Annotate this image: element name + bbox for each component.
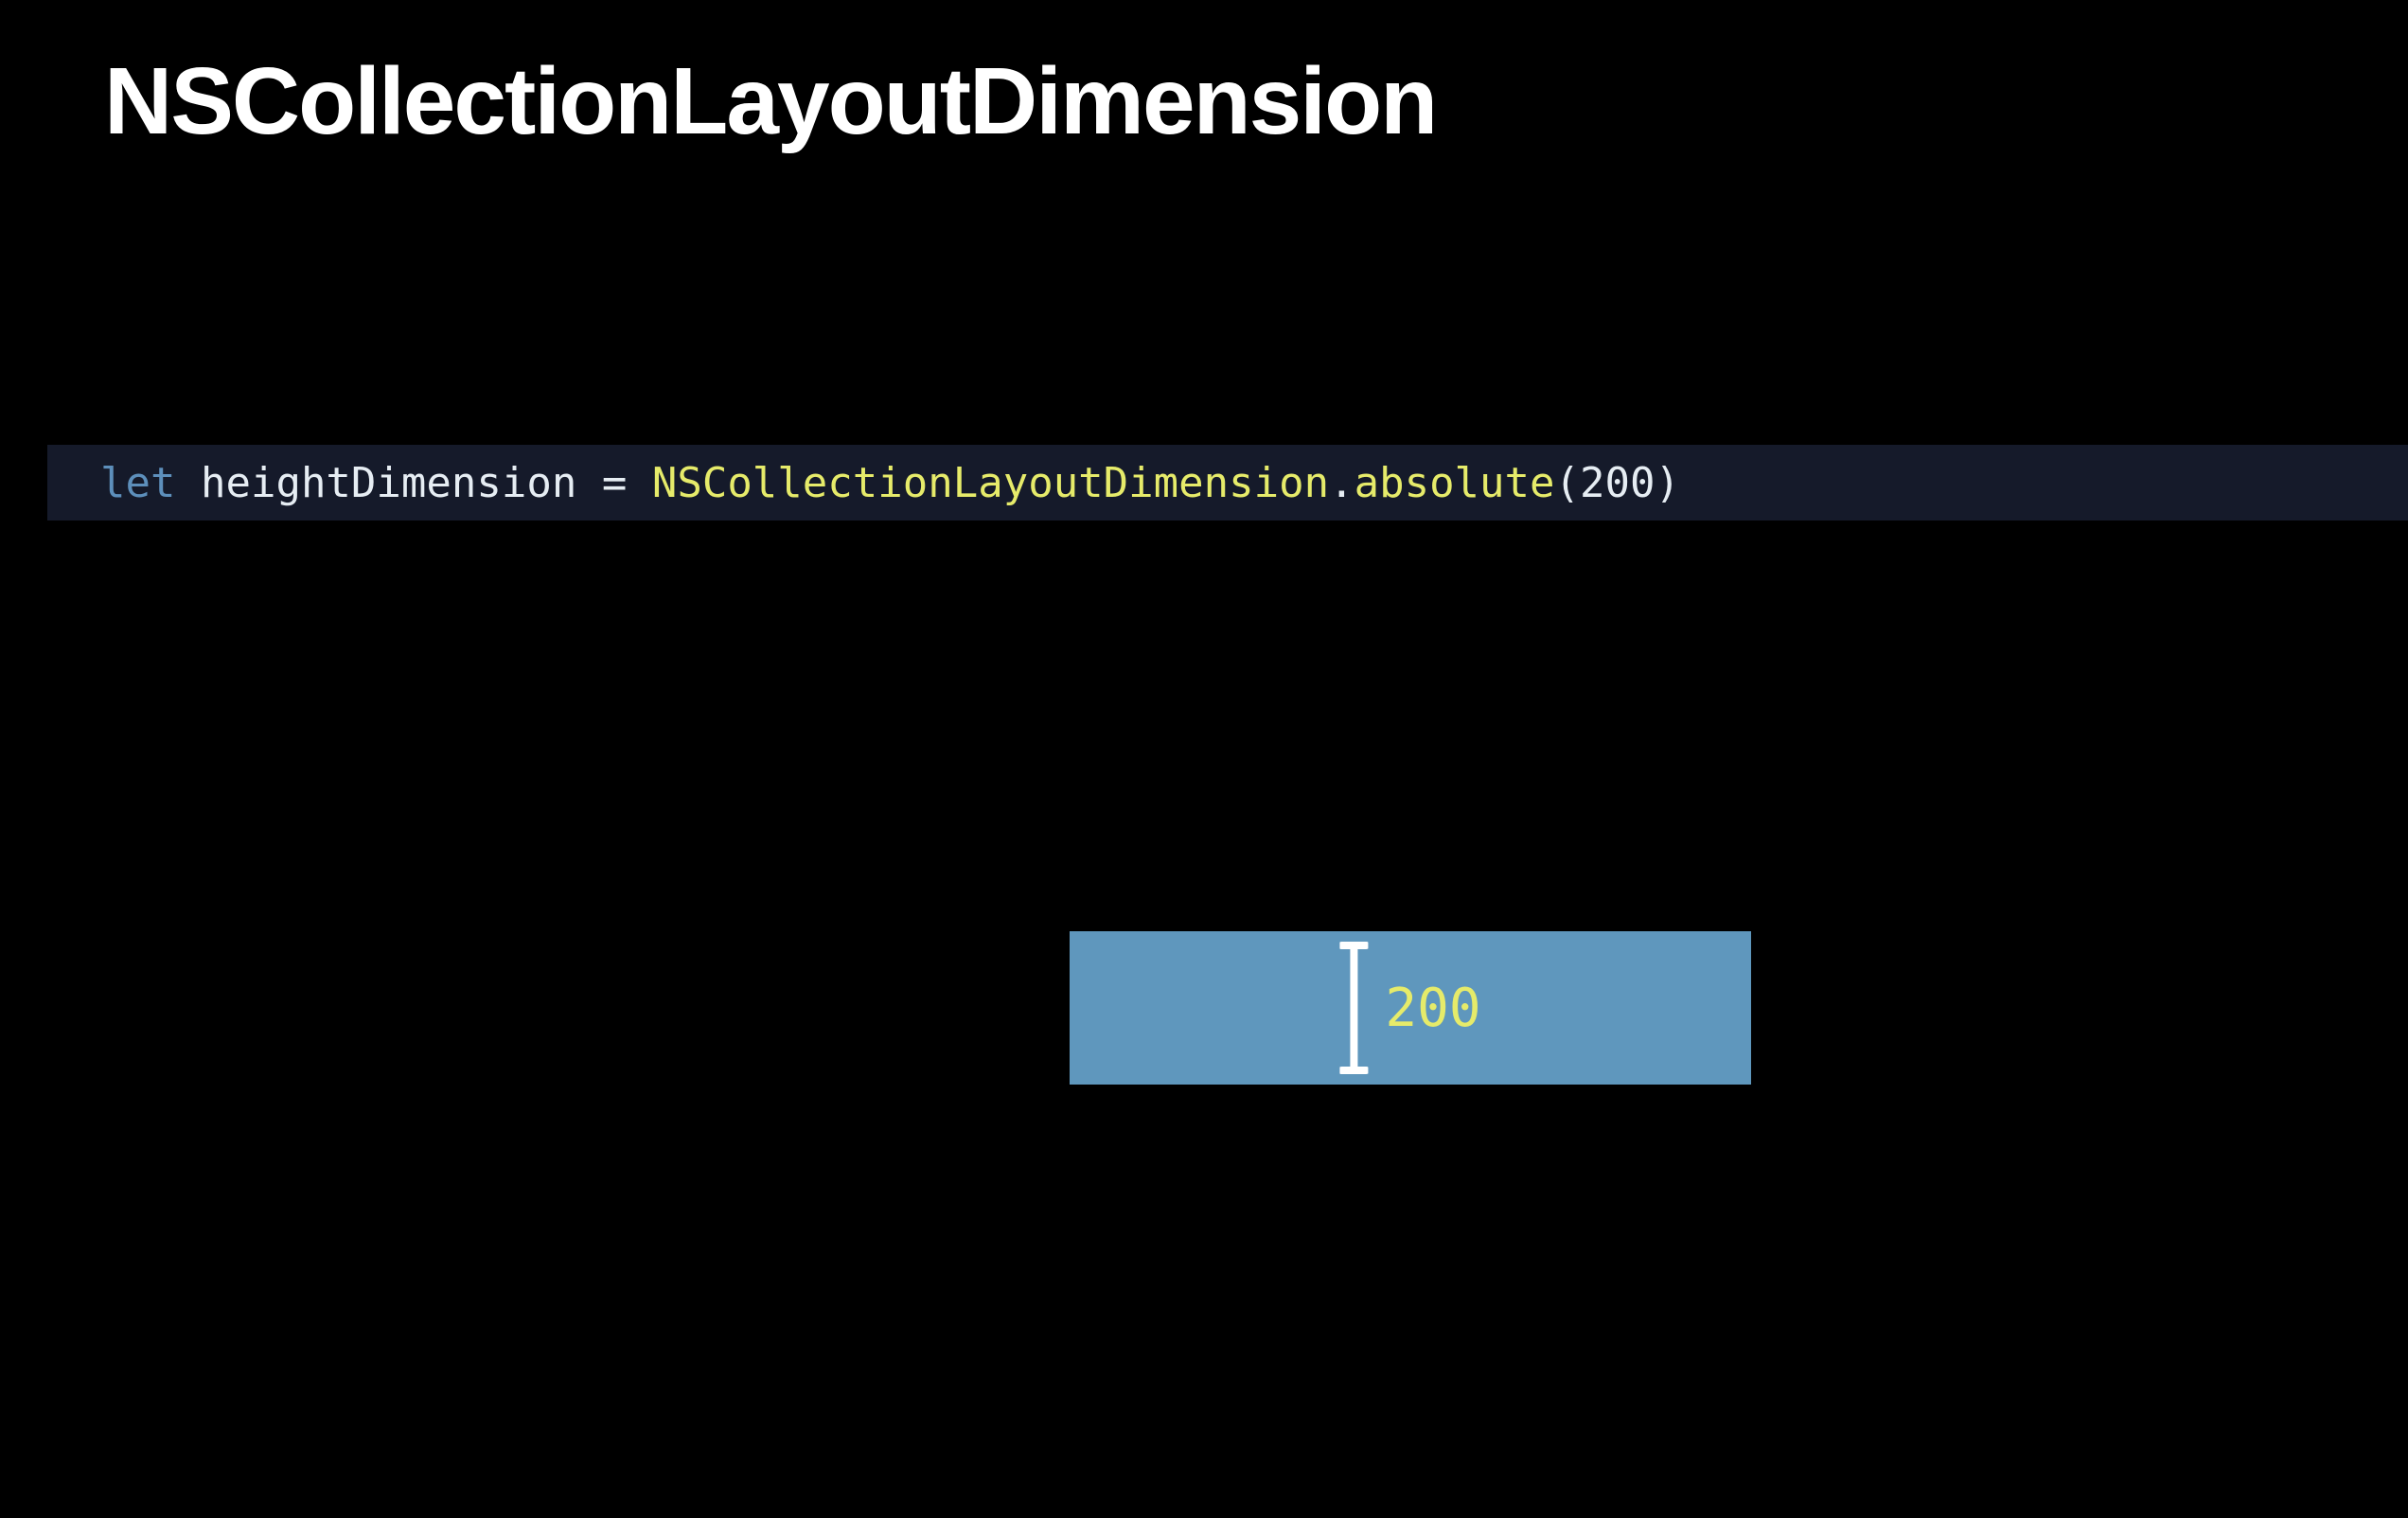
code-type-name: NSCollectionLayoutDimension (652, 459, 1329, 507)
slide-title: NSCollectionLayoutDimension (104, 47, 1436, 156)
code-line: let heightDimension = NSCollectionLayout… (47, 445, 2408, 521)
code-close-paren: ) (1656, 459, 1681, 507)
code-variable-name: heightDimension (201, 459, 576, 507)
code-argument: 200 (1580, 459, 1655, 507)
code-dot: . (1329, 459, 1354, 507)
dimension-box: 200 (1070, 931, 1751, 1085)
code-space (576, 459, 602, 507)
slide-root: NSCollectionLayoutDimension let heightDi… (0, 0, 2408, 1518)
code-equals: = (602, 459, 628, 507)
dimension-indicator: 200 (1339, 942, 1480, 1074)
dimension-value: 200 (1385, 978, 1480, 1039)
code-keyword-let: let (100, 459, 175, 507)
height-icon (1339, 942, 1368, 1074)
code-open-paren: ( (1555, 459, 1581, 507)
code-space (627, 459, 652, 507)
code-space (175, 459, 201, 507)
code-method-name: absolute (1354, 459, 1555, 507)
